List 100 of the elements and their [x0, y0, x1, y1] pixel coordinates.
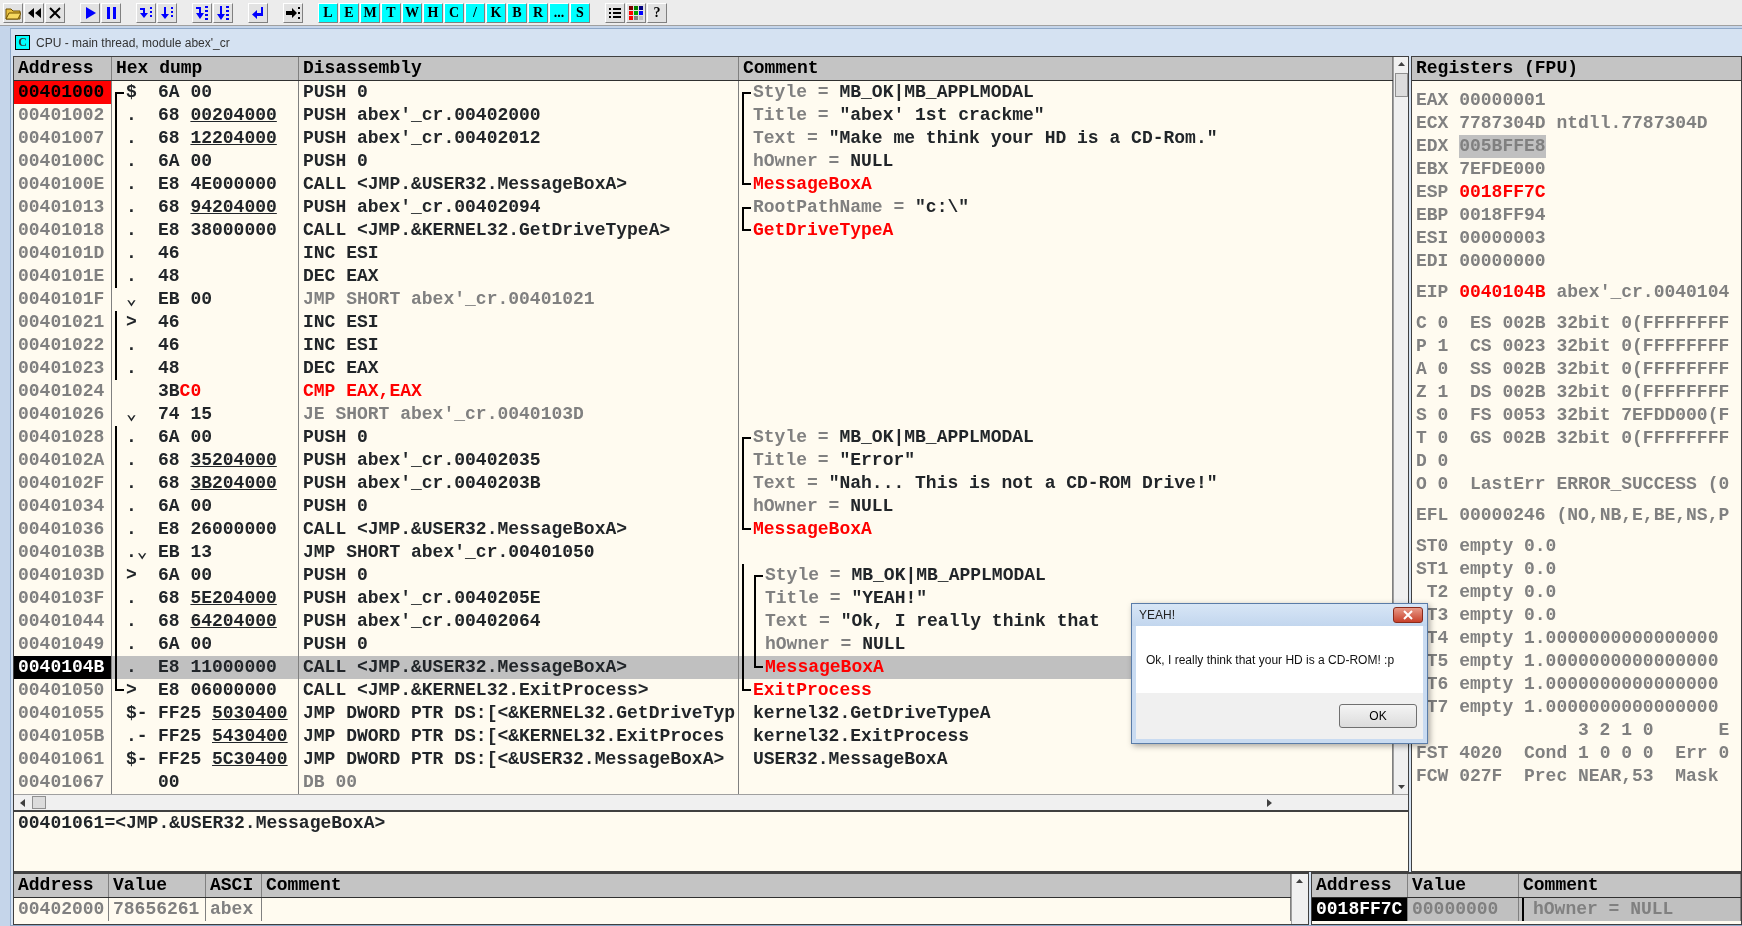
disassembly-cell[interactable]: PUSH 0 — [299, 426, 739, 449]
disassembly-cell[interactable]: PUSH 0 — [299, 495, 739, 518]
address-cell[interactable]: 00401000 — [14, 81, 112, 104]
address-cell[interactable]: 00401061 — [14, 748, 112, 771]
window-button[interactable]: W — [402, 2, 422, 23]
play-button[interactable] — [80, 2, 100, 23]
folder-button[interactable] — [3, 2, 23, 23]
address-cell[interactable]: 00401034 — [14, 495, 112, 518]
address-cell[interactable]: 00401007 — [14, 127, 112, 150]
address-cell[interactable]: 00401026 — [14, 403, 112, 426]
column-header[interactable]: Address — [14, 874, 109, 897]
column-header[interactable]: Comment — [1519, 874, 1741, 897]
register-value[interactable]: 00000000 — [1459, 250, 1546, 273]
register-value[interactable]: 7EFDE000 — [1459, 158, 1546, 181]
flag-value[interactable]: 0 — [1437, 312, 1449, 335]
address-cell[interactable]: 0040101E — [14, 265, 112, 288]
column-header[interactable]: Address — [1312, 874, 1408, 897]
register-value[interactable]: 0018FF94 — [1459, 204, 1546, 227]
address-cell[interactable]: 00401002 — [14, 104, 112, 127]
flag-value[interactable]: 0 — [1437, 404, 1449, 427]
flag-value[interactable]: 0 — [1437, 427, 1449, 450]
flag-value[interactable]: 1 — [1437, 335, 1449, 358]
disassembly-cell[interactable]: CALL <JMP.&KERNEL32.ExitProcess> — [299, 679, 739, 702]
address-cell[interactable]: 00401044 — [14, 610, 112, 633]
address-cell[interactable]: 00401021 — [14, 311, 112, 334]
disassembly-cell[interactable]: DEC EAX — [299, 357, 739, 380]
address-cell[interactable]: 0040100E — [14, 173, 112, 196]
address-cell[interactable]: 00401036 — [14, 518, 112, 541]
disassembly-cell[interactable]: PUSH abex'_cr.0040203B — [299, 472, 739, 495]
register-value[interactable]: 00000001 — [1459, 89, 1546, 112]
disassembly-cell[interactable]: CALL <JMP.&KERNEL32.GetDriveTypeA> — [299, 219, 739, 242]
window-button[interactable]: M — [360, 2, 380, 23]
disassembly-cell[interactable]: PUSH abex'_cr.00402035 — [299, 449, 739, 472]
address-cell[interactable]: 0040102A — [14, 449, 112, 472]
address-cell[interactable]: 00401022 — [14, 334, 112, 357]
disassembly-cell[interactable]: CALL <JMP.&USER32.MessageBoxA> — [299, 518, 739, 541]
address-cell[interactable]: 00401028 — [14, 426, 112, 449]
column-header[interactable]: Value — [1408, 874, 1519, 897]
window-button[interactable]: R — [528, 2, 548, 23]
disassembly-cell[interactable]: PUSH abex'_cr.00402012 — [299, 127, 739, 150]
disassembly-cell[interactable]: JMP DWORD PTR DS:[<&USER32.MessageBoxA> — [299, 748, 739, 771]
window-button[interactable]: C — [444, 2, 464, 23]
disassembly-cell[interactable]: JMP SHORT abex'_cr.00401050 — [299, 541, 739, 564]
list-button[interactable] — [605, 2, 625, 23]
column-header[interactable]: ASCI — [206, 874, 262, 897]
flag-value[interactable]: 0 — [1437, 473, 1449, 496]
register-value[interactable]: 0040104B — [1459, 281, 1546, 304]
disassembly-cell[interactable]: PUSH abex'_cr.00402000 — [299, 104, 739, 127]
disassembly-cell[interactable]: PUSH abex'_cr.00402094 — [299, 196, 739, 219]
disassembly-cell[interactable]: PUSH 0 — [299, 150, 739, 173]
disassembly-cell[interactable]: CALL <JMP.&USER32.MessageBoxA> — [299, 173, 739, 196]
arrow-dots-button[interactable] — [283, 2, 303, 23]
register-value[interactable]: 00000003 — [1459, 227, 1546, 250]
disassembly-cell[interactable]: INC ESI — [299, 311, 739, 334]
window-button[interactable]: ... — [549, 2, 569, 23]
disassembly-cell[interactable]: JMP SHORT abex'_cr.00401021 — [299, 288, 739, 311]
address-cell[interactable]: 0040103D — [14, 564, 112, 587]
window-button[interactable]: B — [507, 2, 527, 23]
scroll-thumb[interactable] — [1394, 73, 1408, 97]
pause-button[interactable] — [101, 2, 121, 23]
window-button[interactable]: L — [318, 2, 338, 23]
address-cell[interactable]: 0040101F — [14, 288, 112, 311]
window-button[interactable]: H — [423, 2, 443, 23]
scroll-thumb[interactable] — [32, 796, 46, 809]
disassembly-cell[interactable]: PUSH 0 — [299, 564, 739, 587]
disassembly-cell[interactable]: INC ESI — [299, 334, 739, 357]
flag-value[interactable]: 1 — [1437, 381, 1449, 404]
address-cell[interactable]: 00401024 — [14, 380, 112, 403]
disassembly-cell[interactable]: PUSH abex'_cr.00402064 — [299, 610, 739, 633]
disassembly-cell[interactable]: JE SHORT abex'_cr.0040103D — [299, 403, 739, 426]
disassembly-cell[interactable]: INC ESI — [299, 242, 739, 265]
address-cell[interactable]: 0040100C — [14, 150, 112, 173]
window-button[interactable]: K — [486, 2, 506, 23]
address-cell[interactable]: 0040103F — [14, 587, 112, 610]
arrow-dots-button[interactable] — [157, 2, 177, 23]
address-cell[interactable]: 0040101D — [14, 242, 112, 265]
horizontal-scrollbar[interactable] — [14, 794, 1408, 810]
column-header[interactable]: Disassembly — [299, 57, 739, 80]
flag-value[interactable]: 0 — [1437, 450, 1449, 473]
address-cell[interactable]: 0018FF7C — [1312, 898, 1408, 921]
register-value[interactable]: 7787304D — [1459, 112, 1546, 135]
address-cell[interactable]: 0040103B — [14, 541, 112, 564]
address-cell[interactable]: 0040104B — [14, 656, 112, 679]
vertical-scrollbar[interactable] — [1291, 874, 1308, 924]
address-cell[interactable]: 00401055 — [14, 702, 112, 725]
return-arrow-button[interactable] — [248, 2, 268, 23]
disassembly-cell[interactable]: PUSH abex'_cr.0040205E — [299, 587, 739, 610]
address-cell[interactable]: 0040105B — [14, 725, 112, 748]
window-button[interactable]: E — [339, 2, 359, 23]
window-button[interactable]: / — [465, 2, 485, 23]
palette-button[interactable] — [626, 2, 646, 23]
column-header[interactable]: Value — [109, 874, 206, 897]
window-button[interactable]: S — [570, 2, 590, 23]
address-cell[interactable]: 00401013 — [14, 196, 112, 219]
arrow-dots-button[interactable] — [192, 2, 212, 23]
disassembly-cell[interactable]: JMP DWORD PTR DS:[<&KERNEL32.GetDriveTyp — [299, 702, 739, 725]
address-cell[interactable]: 00401023 — [14, 357, 112, 380]
address-cell[interactable]: 00401018 — [14, 219, 112, 242]
disassembly-cell[interactable]: PUSH 0 — [299, 81, 739, 104]
disassembly-cell[interactable]: CMP EAX,EAX — [299, 380, 739, 403]
